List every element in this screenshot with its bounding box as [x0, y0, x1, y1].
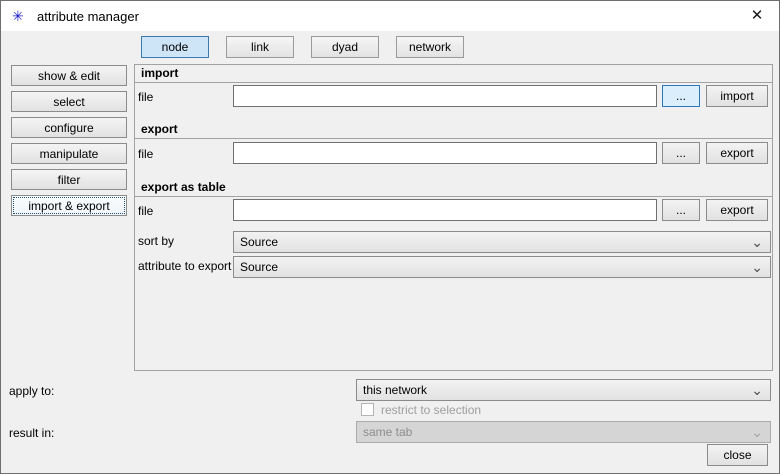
tab-network[interactable]: network: [396, 36, 464, 58]
close-icon[interactable]: ✕: [748, 7, 766, 25]
export-button[interactable]: export: [706, 142, 768, 164]
export-browse-button[interactable]: ...: [662, 142, 700, 164]
sidebar-item-select[interactable]: select: [11, 91, 127, 112]
title-bar: ✳ attribute manager ✕: [1, 1, 779, 31]
import-button[interactable]: import: [706, 85, 768, 107]
sidebar-item-filter[interactable]: filter: [11, 169, 127, 190]
chevron-down-icon: ⌄: [751, 257, 763, 277]
sort-by-value: Source: [240, 235, 278, 249]
import-export-panel: import file ... import export file ... e…: [134, 64, 773, 371]
attribute-to-export-select[interactable]: Source ⌄: [233, 256, 771, 278]
apply-to-value: this network: [363, 383, 427, 397]
import-browse-button[interactable]: ...: [662, 85, 700, 107]
result-in-select: same tab ⌄: [356, 421, 771, 443]
export-table-section-header: export as table: [135, 179, 772, 197]
chevron-down-icon: ⌄: [751, 380, 763, 400]
restrict-to-selection-checkbox: [361, 403, 374, 416]
export-table-file-input[interactable]: [233, 199, 657, 221]
export-table-button[interactable]: export: [706, 199, 768, 221]
chevron-down-icon: ⌄: [751, 232, 763, 252]
sidebar-item-manipulate[interactable]: manipulate: [11, 143, 127, 164]
close-button[interactable]: close: [707, 444, 768, 466]
export-table-file-label: file: [138, 204, 153, 218]
result-in-label: result in:: [9, 426, 54, 440]
apply-to-select[interactable]: this network ⌄: [356, 379, 771, 401]
sidebar: show & edit select configure manipulate …: [11, 65, 127, 216]
result-in-value: same tab: [363, 425, 412, 439]
app-icon: ✳: [12, 8, 24, 24]
chevron-down-icon: ⌄: [751, 422, 763, 442]
export-section-header: export: [135, 121, 772, 139]
export-file-label: file: [138, 147, 153, 161]
sidebar-item-configure[interactable]: configure: [11, 117, 127, 138]
attribute-manager-dialog: ✳ attribute manager ✕ node link dyad net…: [0, 0, 780, 474]
export-file-input[interactable]: [233, 142, 657, 164]
sort-by-label: sort by: [138, 234, 174, 248]
import-file-input[interactable]: [233, 85, 657, 107]
window-title: attribute manager: [37, 9, 139, 24]
tab-link[interactable]: link: [226, 36, 294, 58]
attribute-to-export-label: attribute to export: [138, 259, 231, 273]
apply-to-label: apply to:: [9, 384, 54, 398]
restrict-to-selection-label: restrict to selection: [381, 403, 481, 417]
attribute-to-export-value: Source: [240, 260, 278, 274]
export-table-browse-button[interactable]: ...: [662, 199, 700, 221]
sidebar-item-show-edit[interactable]: show & edit: [11, 65, 127, 86]
import-file-label: file: [138, 90, 153, 104]
sort-by-select[interactable]: Source ⌄: [233, 231, 771, 253]
sidebar-item-import-export[interactable]: import & export: [11, 195, 127, 216]
tab-node[interactable]: node: [141, 36, 209, 58]
tab-bar: node link dyad network: [141, 36, 464, 58]
tab-dyad[interactable]: dyad: [311, 36, 379, 58]
import-section-header: import: [135, 65, 772, 83]
